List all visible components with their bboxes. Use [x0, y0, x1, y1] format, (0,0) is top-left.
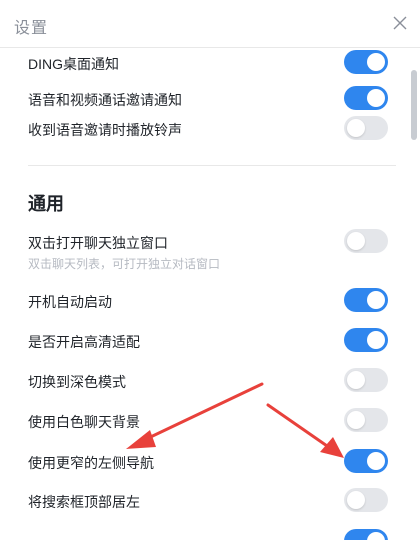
- toggle-switch[interactable]: [344, 50, 388, 74]
- toggle-knob: [347, 119, 365, 137]
- setting-ding-desktop-notify: DING桌面通知: [28, 48, 390, 78]
- toggle-switch[interactable]: [344, 408, 388, 432]
- toggle-switch[interactable]: [344, 288, 388, 312]
- toggle-switch[interactable]: [344, 328, 388, 352]
- setting-dark-mode: 切换到深色模式: [28, 366, 390, 396]
- toggle-knob: [367, 291, 385, 309]
- setting-label: DING桌面通知: [28, 56, 119, 72]
- toggle-switch[interactable]: [344, 368, 388, 392]
- toggle-knob: [347, 491, 365, 509]
- toggle-switch[interactable]: [344, 488, 388, 512]
- title-bar: 设置: [0, 0, 420, 48]
- setting-hd-adapt: 是否开启高清适配: [28, 326, 390, 356]
- toggle-knob: [367, 53, 385, 71]
- close-icon[interactable]: [392, 15, 408, 31]
- toggle-switch[interactable]: [344, 116, 388, 140]
- toggle-switch[interactable]: [344, 449, 388, 473]
- toggle-knob: [367, 532, 385, 540]
- toggle-knob: [347, 411, 365, 429]
- toggle-switch[interactable]: [344, 86, 388, 110]
- toggle-switch-partial[interactable]: [344, 529, 388, 540]
- setting-invite-ringtone: 收到语音邀请时播放铃声: [28, 114, 390, 144]
- section-heading-general: 通用: [28, 194, 64, 214]
- setting-label: 是否开启高清适配: [28, 334, 140, 350]
- toggle-knob: [347, 232, 365, 250]
- setting-label: 收到语音邀请时播放铃声: [28, 122, 182, 138]
- setting-label: 切换到深色模式: [28, 374, 126, 390]
- setting-hint: 双击聊天列表，可打开独立对话窗口: [28, 257, 221, 271]
- setting-narrow-left-nav: 使用更窄的左侧导航: [28, 447, 390, 477]
- setting-double-click-window: 双击打开聊天独立窗口 双击聊天列表，可打开独立对话窗口: [28, 227, 390, 275]
- setting-search-top-left: 将搜索框顶部居左: [28, 486, 390, 516]
- window-title: 设置: [14, 20, 49, 37]
- scrollbar-thumb[interactable]: [411, 70, 417, 140]
- toggle-knob: [367, 331, 385, 349]
- setting-label: 使用白色聊天背景: [28, 414, 140, 430]
- setting-label: 开机自动启动: [28, 294, 112, 310]
- section-divider: [28, 165, 396, 166]
- setting-auto-start: 开机自动启动: [28, 286, 390, 316]
- setting-white-chat-bg: 使用白色聊天背景: [28, 406, 390, 436]
- setting-label: 语音和视频通话邀请通知: [28, 92, 182, 108]
- toggle-knob: [367, 452, 385, 470]
- toggle-knob: [347, 371, 365, 389]
- setting-call-invite-notify: 语音和视频通话邀请通知: [28, 84, 390, 114]
- setting-label: 将搜索框顶部居左: [28, 494, 140, 510]
- setting-label: 双击打开聊天独立窗口: [28, 235, 168, 251]
- setting-label: 使用更窄的左侧导航: [28, 455, 154, 471]
- toggle-knob: [367, 89, 385, 107]
- toggle-switch[interactable]: [344, 229, 388, 253]
